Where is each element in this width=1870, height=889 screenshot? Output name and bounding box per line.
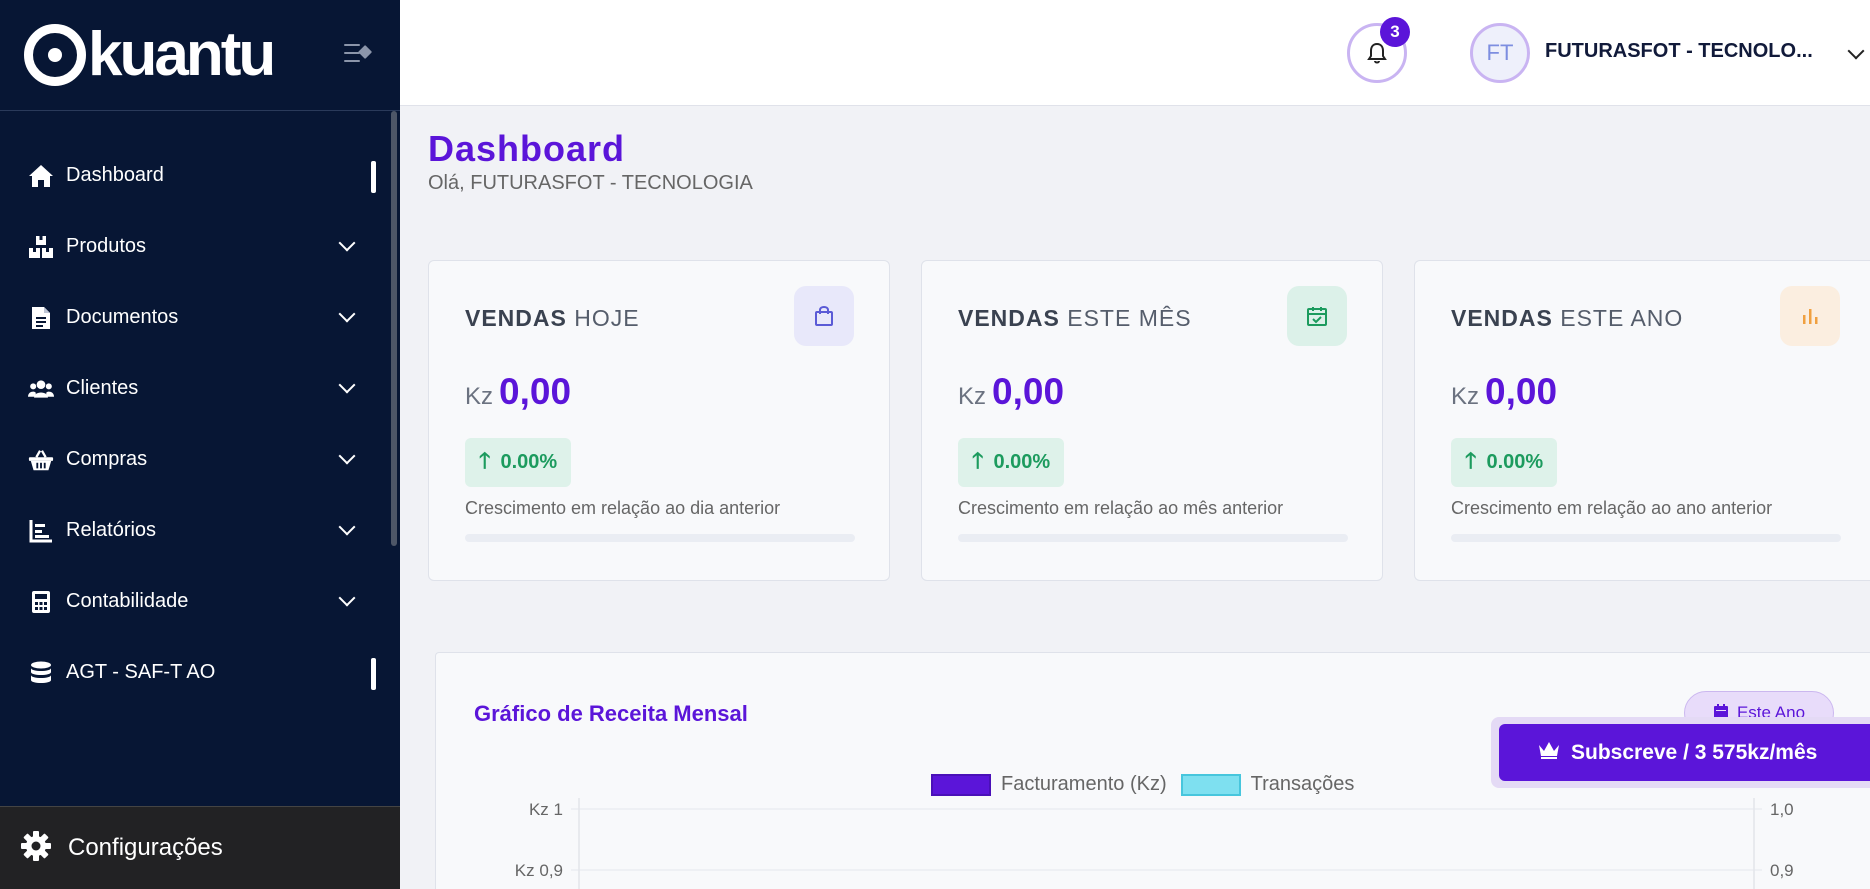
card-amount: Kz 0,00 [958,371,1064,413]
calculator-icon [28,589,54,615]
growth-description: Crescimento em relação ao dia anterior [465,498,781,518]
sales-today-card: VENDAS HOJE Kz 0,00 🡑 0.00% Crescimento e… [428,260,890,581]
sidebar-item-label: Dashboard [66,164,164,186]
chevron-down-icon [338,305,356,323]
growth-badge: 🡑 0.00% [958,438,1065,487]
sales-value: 0,00 [499,371,572,412]
sales-value: 0,00 [1485,371,1558,412]
progress-bar [465,534,855,542]
progress-bar [958,534,1348,542]
chevron-down-icon [338,447,356,465]
sidebar-item-label: Clientes [66,377,139,399]
y-tick-label-right: 0,9 [1770,861,1794,880]
home-icon [28,163,54,189]
sidebar-item-clientes[interactable]: Clientes [0,353,390,424]
logo-ring-icon [24,24,86,86]
subscribe-label: Subscreve / 3 575kz/mês [1571,740,1818,764]
avatar[interactable]: FT [1470,23,1530,83]
bell-icon [1367,42,1387,64]
sidebar: kuantu Dashboard Produtos Documentos Cli… [0,0,400,889]
growth-description: Crescimento em relação ao mês anterior [958,498,1284,518]
sidebar-item-label: Contabilidade [66,590,189,612]
sidebar-item-dashboard[interactable]: Dashboard [0,140,390,211]
bar-chart-icon [28,518,54,544]
sidebar-item-contabilidade[interactable]: Contabilidade [0,566,390,637]
sales-month-card: VENDAS ESTE MÊS Kz 0,00 🡑 0.00% Crescimen… [921,260,1383,581]
basket-icon [28,447,54,473]
sidebar-item-configuracoes[interactable]: Configurações [0,806,400,889]
currency-label: Kz [465,383,494,410]
sales-value: 0,00 [992,371,1065,412]
topbar: 3 FT FUTURASFOT - TECNOLO... [400,0,1870,106]
notification-count-badge: 3 [1380,17,1410,47]
sidebar-collapse-icon[interactable] [342,42,373,64]
active-indicator [371,161,376,193]
currency-label: Kz [1451,383,1480,410]
sidebar-item-compras[interactable]: Compras [0,424,390,495]
calendar-check-icon [1287,286,1347,346]
card-title: VENDAS ESTE ANO [1451,305,1684,331]
chevron-down-icon [338,376,356,394]
y-tick-label-left: Kz 0,9 [515,861,563,880]
chevron-down-icon [338,589,356,607]
boxes-icon [28,234,54,260]
y-tick-label-right: 1,0 [1770,800,1794,819]
card-title: VENDAS HOJE [465,305,640,331]
database-icon [28,660,54,686]
progress-bar [1451,534,1841,542]
shopping-bag-icon [794,286,854,346]
sidebar-item-produtos[interactable]: Produtos [0,211,390,282]
growth-badge: 🡑 0.00% [1451,438,1558,487]
page-subtitle: Olá, FUTURASFOT - TECNOLOGIA [428,172,753,194]
sidebar-item-relatorios[interactable]: Relatórios [0,495,390,566]
settings-label: Configurações [68,834,223,861]
arrow-up-icon: 🡑 [972,447,984,473]
sidebar-item-label: Relatórios [66,519,157,541]
arrow-up-icon: 🡑 [1465,447,1477,473]
crown-icon [1537,740,1561,766]
chevron-down-icon [338,518,356,536]
users-icon [28,376,54,402]
card-amount: Kz 0,00 [465,371,571,413]
company-name[interactable]: FUTURASFOT - TECNOLO... [1545,40,1813,63]
sidebar-item-label: Compras [66,448,148,470]
y-tick-label-left: Kz 1 [529,800,563,819]
card-title: VENDAS ESTE MÊS [958,305,1192,331]
sales-year-card: VENDAS ESTE ANO Kz 0,00 🡑 0.00% Crescimen… [1414,260,1870,581]
page-title: Dashboard [428,128,626,169]
sidebar-item-documentos[interactable]: Documentos [0,282,390,353]
growth-description: Crescimento em relação ao ano anterior [1451,498,1773,518]
chevron-down-icon [338,234,356,252]
chevron-down-icon[interactable] [1847,42,1865,60]
bar-chart-icon [1780,286,1840,346]
sidebar-item-agt-saft[interactable]: AGT - SAF-T AO [0,637,390,708]
sidebar-item-label: AGT - SAF-T AO [66,661,216,683]
brand-name: kuantu [88,20,276,89]
logo-area: kuantu [0,0,400,111]
sidebar-item-label: Documentos [66,306,179,328]
currency-label: Kz [958,383,987,410]
subscribe-container: Subscreve / 3 575kz/mês [1491,717,1870,788]
subscribe-button[interactable]: Subscreve / 3 575kz/mês [1499,724,1870,781]
sidebar-nav: Dashboard Produtos Documentos Clientes C… [0,140,390,708]
active-indicator [371,658,376,690]
growth-badge: 🡑 0.00% [465,438,572,487]
sidebar-scrollbar[interactable] [391,111,397,546]
kuantu-logo[interactable]: kuantu [24,20,276,89]
document-icon [28,305,54,331]
sidebar-item-label: Produtos [66,235,147,257]
arrow-up-icon: 🡑 [479,447,491,473]
gear-icon [20,830,52,867]
card-amount: Kz 0,00 [1451,371,1557,413]
